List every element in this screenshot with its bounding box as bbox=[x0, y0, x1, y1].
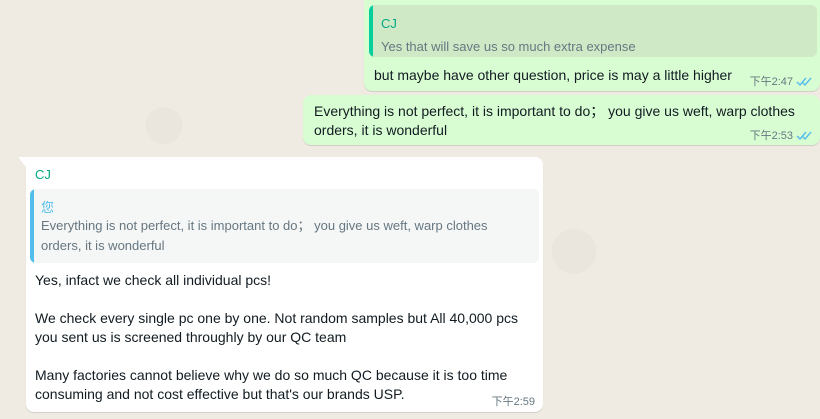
outgoing-message-bubble[interactable]: Everything is not perfect, it is importa… bbox=[303, 95, 820, 145]
message-paragraph: Yes, infact we check all individual pcs! bbox=[35, 272, 272, 288]
double-check-read-icon bbox=[796, 131, 812, 140]
message-text: Yes, infact we check all individual pcs!… bbox=[35, 271, 535, 404]
quote-accent-bar bbox=[369, 5, 373, 57]
message-text: Everything is not perfect, it is importa… bbox=[314, 103, 795, 138]
bubble-tail bbox=[18, 157, 26, 167]
double-check-read-icon bbox=[796, 77, 812, 86]
quote-accent-bar bbox=[30, 189, 34, 263]
quoted-message[interactable]: CJ Yes that will save us so much extra e… bbox=[369, 5, 817, 57]
message-text: but maybe have other question, price is … bbox=[374, 67, 732, 83]
message-meta: 下午2:53 bbox=[750, 127, 812, 143]
message-meta: 下午2:47 bbox=[750, 73, 812, 89]
quoted-sender-name: 您 bbox=[41, 200, 55, 215]
quoted-text: Yes that will save us so much extra expe… bbox=[381, 39, 636, 54]
message-paragraph: Many factories cannot believe why we do … bbox=[35, 367, 508, 402]
message-time: 下午2:59 bbox=[491, 396, 535, 408]
quoted-message[interactable]: 您 Everything is not perfect, it is impor… bbox=[30, 189, 539, 263]
message-meta: 下午2:59 bbox=[492, 393, 535, 409]
message-paragraph: We check every single pc one by one. Not… bbox=[35, 310, 519, 345]
quoted-sender-name: CJ bbox=[381, 16, 397, 31]
sender-name[interactable]: CJ bbox=[35, 167, 51, 182]
quoted-text: Everything is not perfect, it is importa… bbox=[41, 218, 488, 253]
incoming-message-bubble[interactable]: CJ 您 Everything is not perfect, it is im… bbox=[18, 157, 543, 412]
message-time: 下午2:53 bbox=[749, 130, 793, 142]
message-time: 下午2:47 bbox=[749, 76, 793, 88]
outgoing-message-bubble[interactable]: CJ Yes that will save us so much extra e… bbox=[364, 0, 820, 91]
